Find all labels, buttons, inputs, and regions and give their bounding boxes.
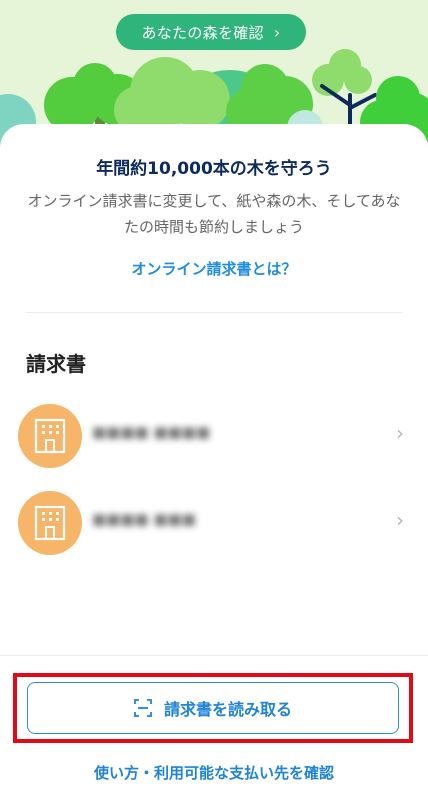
chevron-right-icon: › [396,421,404,445]
divider [26,312,402,313]
view-forest-label: あなたの森を確認 [141,23,264,42]
building-icon [34,505,66,541]
building-icon [34,418,66,454]
bottom-action-bar: 請求書を読み取る 使い方・利用可能な支払い先を確認 [0,655,428,806]
headline: 年間約10,000本の木を守ろう [96,159,332,179]
description: オンライン請求書に変更して、紙や森の木、そしてあなたの時間も節約しましょう [27,192,401,236]
avatar [18,404,82,468]
invoices-section-title: 請求書 [26,352,86,376]
chevron-right-icon: › [273,22,281,42]
invoice-payee-name: ■■■■ ■■■■ [92,423,211,441]
scan-icon [134,699,152,717]
invoice-payee-name: ■■■■ ■■■ [92,510,196,528]
invoice-list-item[interactable]: ■■■■ ■■■■ › [0,396,428,476]
view-forest-button[interactable]: あなたの森を確認 › [116,14,306,50]
about-online-invoice-link[interactable]: オンライン請求書とは？ [0,258,428,279]
chevron-right-icon: › [396,508,404,532]
invoice-list-item[interactable]: ■■■■ ■■■ › [0,483,428,563]
scan-invoice-label: 請求書を読み取る [163,700,292,719]
help-payees-link[interactable]: 使い方・利用可能な支払い先を確認 [0,762,428,783]
scan-invoice-button[interactable]: 請求書を読み取る [27,682,399,734]
avatar [18,491,82,555]
